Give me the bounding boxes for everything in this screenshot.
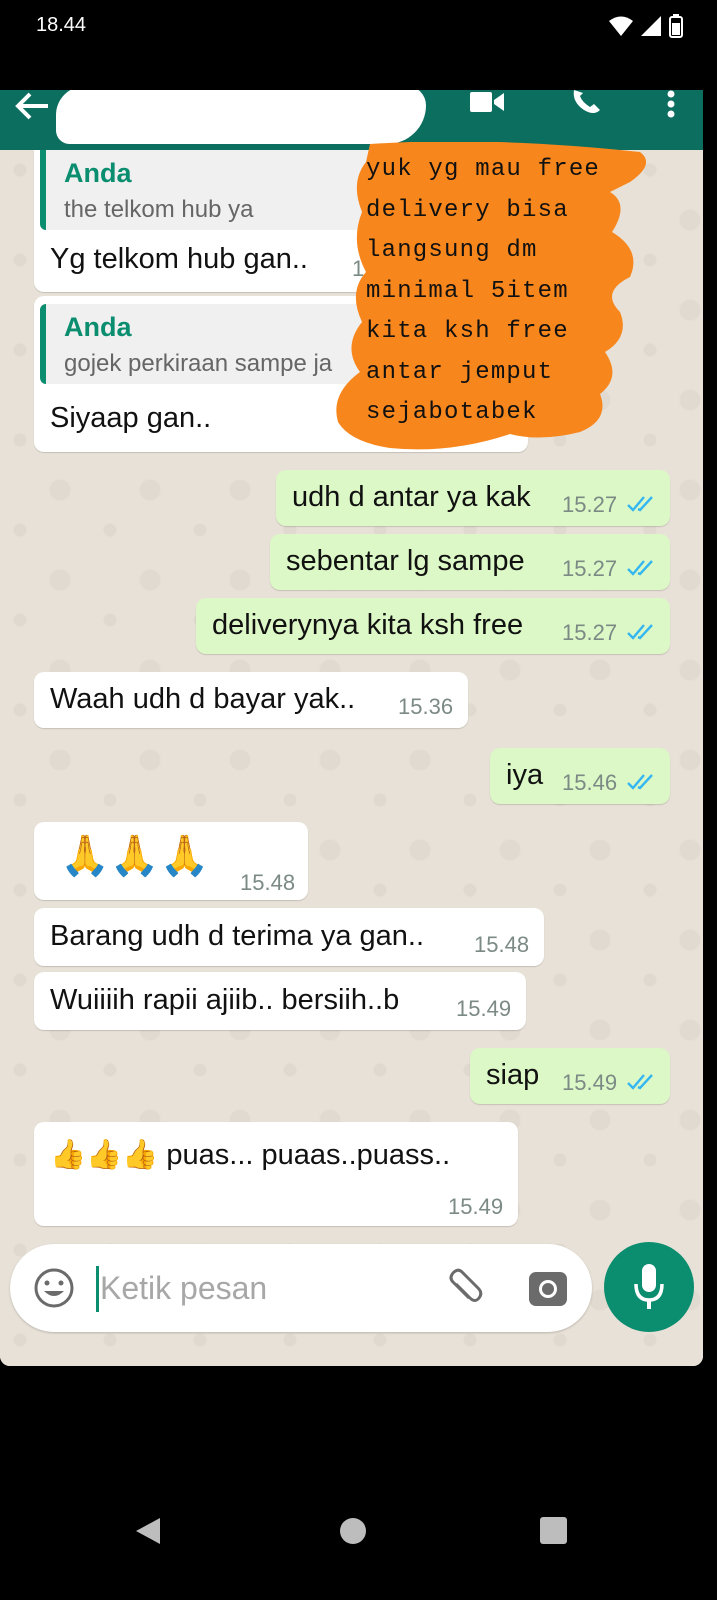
quote-author: Anda bbox=[64, 158, 132, 188]
status-time: 18.44 bbox=[36, 14, 87, 36]
contact-name-redacted[interactable] bbox=[56, 90, 426, 144]
message-text: Barang udh d terima ya gan.. bbox=[50, 920, 425, 952]
mic-button[interactable] bbox=[604, 1242, 694, 1332]
more-options-icon[interactable] bbox=[666, 90, 676, 118]
quote-text: the telkom hub ya bbox=[64, 196, 254, 223]
mic-icon bbox=[634, 1264, 664, 1309]
message-composer[interactable]: Ketik pesan bbox=[10, 1244, 592, 1332]
read-ticks-icon bbox=[627, 1074, 653, 1090]
message-text: deliverynya kita ksh free bbox=[212, 609, 524, 641]
message-time: 15.49 bbox=[456, 996, 512, 1021]
wifi-icon bbox=[609, 16, 633, 36]
overlay-promo-text: yuk yg mau free delivery bisa langsung d… bbox=[366, 156, 601, 426]
back-icon[interactable] bbox=[14, 92, 50, 122]
read-ticks-icon bbox=[627, 774, 653, 790]
nav-back-icon[interactable] bbox=[134, 1516, 162, 1546]
message-bubble-incoming[interactable]: Barang udh d terima ya gan.. 15.48 bbox=[34, 908, 544, 966]
message-text: Yg telkom hub gan.. bbox=[50, 243, 308, 275]
quote-author: Anda bbox=[64, 312, 132, 342]
read-ticks-icon bbox=[627, 560, 653, 576]
attach-icon[interactable] bbox=[442, 1266, 486, 1310]
message-bubble-incoming[interactable]: 👍👍👍 puas... puaas..puass.. 15.49 bbox=[34, 1122, 518, 1226]
message-time: 15.48 bbox=[240, 870, 296, 895]
message-bubble-outgoing[interactable]: siap 15.49 bbox=[470, 1048, 670, 1104]
message-text: sebentar lg sampe bbox=[286, 545, 525, 577]
message-time: 15.27 bbox=[562, 492, 618, 517]
voice-call-icon[interactable] bbox=[570, 90, 602, 116]
message-text: Wuiiiih rapii ajiib.. bersiih..b bbox=[50, 984, 400, 1016]
message-time: 15.46 bbox=[562, 770, 618, 795]
read-ticks-icon bbox=[627, 496, 653, 512]
message-text: siap bbox=[486, 1059, 540, 1091]
status-icons bbox=[609, 14, 683, 38]
message-time: 15.48 bbox=[474, 932, 530, 957]
status-bar: 18.44 bbox=[0, 0, 717, 56]
message-text: iya bbox=[506, 759, 544, 791]
battery-icon bbox=[669, 14, 683, 38]
message-time: 15.49 bbox=[562, 1070, 618, 1095]
nav-home-icon[interactable] bbox=[340, 1518, 366, 1544]
message-bubble-incoming[interactable]: Waah udh d bayar yak.. 15.36 bbox=[34, 672, 468, 728]
message-bubble-outgoing[interactable]: sebentar lg sampe 15.27 bbox=[270, 534, 670, 590]
read-ticks-icon bbox=[627, 624, 653, 640]
message-text: 🙏🙏🙏 bbox=[60, 834, 210, 878]
message-time: 15.49 bbox=[448, 1194, 504, 1219]
emoji-icon[interactable] bbox=[32, 1266, 76, 1310]
message-bubble-incoming[interactable]: Wuiiiih rapii ajiib.. bersiih..b 15.49 bbox=[34, 972, 526, 1030]
message-input[interactable]: Ketik pesan bbox=[100, 1270, 267, 1307]
quote-text: gojek perkiraan sampe ja bbox=[64, 350, 333, 377]
message-time: 15.27 bbox=[562, 620, 618, 645]
video-call-icon[interactable] bbox=[470, 90, 506, 114]
chat-header bbox=[0, 90, 703, 150]
message-bubble-incoming[interactable]: 🙏🙏🙏 15.48 bbox=[34, 822, 308, 900]
message-bubble-outgoing[interactable]: deliverynya kita ksh free 15.27 bbox=[196, 598, 670, 654]
message-time: 15.36 bbox=[398, 694, 454, 719]
message-bubble-outgoing[interactable]: iya 15.46 bbox=[490, 748, 670, 804]
message-text: Siyaap gan.. bbox=[50, 402, 212, 434]
message-text: 👍👍👍 puas... puaas..puass.. bbox=[50, 1139, 451, 1171]
message-time: 15.27 bbox=[562, 556, 618, 581]
message-text: udh d antar ya kak bbox=[292, 481, 531, 513]
message-bubble-outgoing[interactable]: udh d antar ya kak 15.27 bbox=[276, 470, 670, 526]
text-caret bbox=[96, 1266, 99, 1312]
camera-icon[interactable] bbox=[528, 1268, 568, 1308]
signal-icon bbox=[641, 16, 661, 36]
nav-recents-icon[interactable] bbox=[540, 1517, 567, 1544]
navigation-bar bbox=[0, 1480, 717, 1600]
message-text: Waah udh d bayar yak.. bbox=[50, 683, 356, 715]
